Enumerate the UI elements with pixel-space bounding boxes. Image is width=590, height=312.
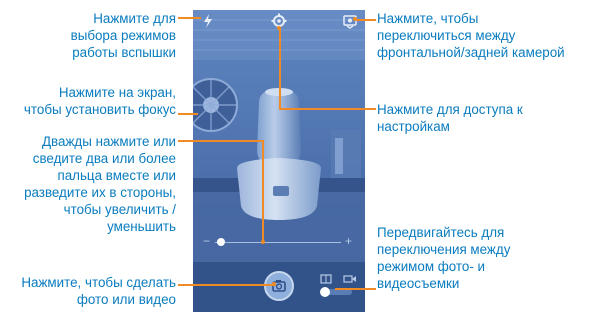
leader-shutter-dot xyxy=(272,282,276,286)
video-mode-icon xyxy=(343,275,356,283)
callout-flash-line-3: работы вспышки xyxy=(72,45,176,60)
callout-mode: Передвигайтесь для переключения между ре… xyxy=(377,224,510,292)
leader-zoom-dot xyxy=(261,240,265,244)
leader-focus xyxy=(178,113,198,115)
callout-shutter-line-2: фото или видео xyxy=(76,292,176,307)
callout-mode-line-2: переключения между xyxy=(377,242,511,257)
callout-focus-line-1: Нажмите на экран, xyxy=(58,85,176,100)
leader-mode xyxy=(335,288,376,290)
flash-button[interactable] xyxy=(199,12,217,30)
callout-switch-camera: Нажмите, чтобы переключиться между фронт… xyxy=(377,10,565,61)
zoom-track xyxy=(215,242,341,243)
callout-zoom-line-6: уменьшить xyxy=(107,219,176,234)
callout-flash-line-2: выбора режимов xyxy=(70,28,176,43)
callout-zoom-line-4: разведите их в стороны, xyxy=(24,185,176,200)
callout-focus-line-2: чтобы установить фокус xyxy=(23,102,176,117)
flash-icon xyxy=(204,14,212,28)
callout-zoom-line-5: чтобы увеличить / xyxy=(63,202,176,217)
callout-mode-line-3: режимом фото- и xyxy=(377,259,486,274)
callout-zoom: Дважды нажмите или сведите два или более… xyxy=(24,133,176,235)
shutter-button[interactable] xyxy=(264,271,294,301)
shutter-icon xyxy=(272,280,286,292)
callout-flash: Нажмите для выбора режимов работы вспышк… xyxy=(71,10,176,61)
video-mode-button[interactable] xyxy=(343,274,357,284)
zoom-slider[interactable]: − + xyxy=(203,234,355,250)
leader-zoom-h xyxy=(178,140,263,142)
zoom-knob[interactable] xyxy=(217,238,226,246)
leader-settings-v xyxy=(279,28,281,109)
callout-switch-camera-line-3: фронтальной/задней камерой xyxy=(377,45,565,60)
callout-settings: Нажмите для доступа к настройкам xyxy=(377,101,523,135)
callout-flash-line-1: Нажмите для xyxy=(93,11,176,26)
switch-camera-button[interactable] xyxy=(341,12,359,30)
leader-flash xyxy=(178,17,201,19)
leader-settings-h xyxy=(279,108,376,110)
plus-icon: + xyxy=(345,234,353,248)
photo-mode-icon xyxy=(320,274,332,284)
leader-switch-camera xyxy=(356,19,376,21)
callout-zoom-line-3: пальца вместе или xyxy=(57,168,176,183)
callout-zoom-line-1: Дважды нажмите или xyxy=(41,134,176,149)
photo-mode-button[interactable] xyxy=(320,274,332,284)
leader-zoom-v xyxy=(262,140,264,242)
callout-mode-line-1: Передвигайтесь для xyxy=(377,225,505,240)
callout-focus: Нажмите на экран, чтобы установить фокус xyxy=(24,84,176,118)
callout-zoom-line-2: сведите два или более xyxy=(32,151,176,166)
callout-mode-line-4: видеосъемки xyxy=(377,276,460,291)
callout-shutter: Нажмите, чтобы сделать фото или видео xyxy=(21,274,176,308)
mode-toggle[interactable] xyxy=(320,287,352,297)
callout-switch-camera-line-1: Нажмите, чтобы xyxy=(377,11,479,26)
mode-toggle-knob xyxy=(320,287,330,297)
callout-settings-line-2: настройкам xyxy=(377,119,450,134)
switch-camera-icon xyxy=(343,15,357,29)
leader-settings-dot xyxy=(277,26,281,30)
callout-switch-camera-line-2: переключиться между xyxy=(377,28,516,43)
leader-shutter xyxy=(178,284,274,286)
minus-icon: − xyxy=(203,234,211,248)
leader-switch-camera-dot xyxy=(353,17,357,21)
callout-shutter-line-1: Нажмите, чтобы сделать xyxy=(21,275,176,290)
callout-settings-line-1: Нажмите для доступа к xyxy=(377,102,523,117)
